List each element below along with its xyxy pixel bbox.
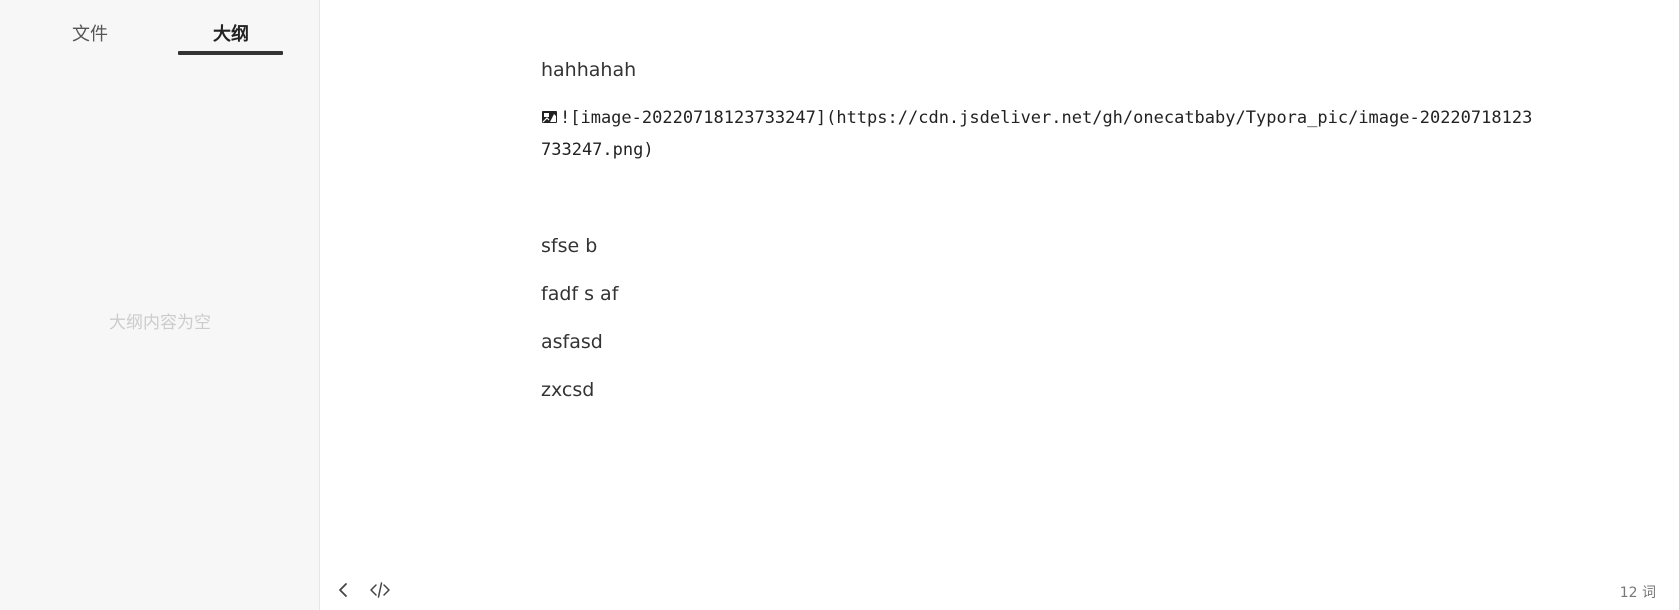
editor-pane[interactable]: hahhahah ![image-20220718123733247](http… [320,0,1679,610]
broken-image-icon [542,111,557,123]
toggle-sidebar-button[interactable] [332,578,356,602]
typora-window: 文件 大纲 大纲内容为空 hahhahah ![image-2022071812… [0,0,1679,610]
word-count[interactable]: 12 词 [1620,582,1656,602]
image-markdown-text: ![image-20220718123733247](https://cdn.j… [541,108,1533,160]
active-tab-indicator [178,51,283,55]
code-icon [370,582,390,598]
outline-empty-message: 大纲内容为空 [109,313,211,333]
sidebar: 文件 大纲 大纲内容为空 [0,0,320,610]
paragraph[interactable]: sfse b [541,233,597,259]
tab-outline[interactable]: 大纲 [213,20,249,46]
paragraph[interactable]: zxcsd [541,377,594,403]
chevron-left-icon [339,583,347,597]
paragraph[interactable]: asfasd [541,329,603,355]
source-code-mode-button[interactable] [368,578,392,602]
tab-files[interactable]: 文件 [72,20,108,46]
paragraph[interactable]: fadf s af [541,281,618,307]
image-markdown-source[interactable]: ![image-20220718123733247](https://cdn.j… [541,102,1541,166]
paragraph[interactable]: hahhahah [541,57,636,83]
